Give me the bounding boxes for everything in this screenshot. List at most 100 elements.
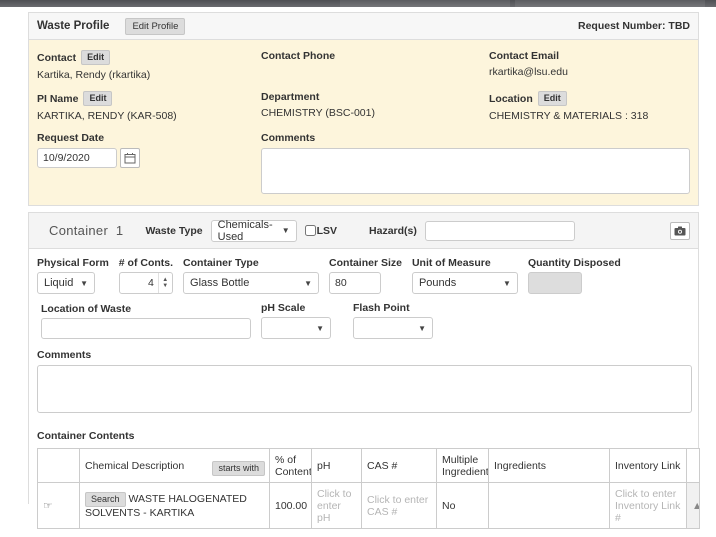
quantity-disposed-label: Quantity Disposed [528, 257, 621, 269]
location-of-waste-input[interactable] [41, 318, 251, 339]
container-comments-textarea[interactable] [37, 365, 692, 413]
lsv-checkbox[interactable] [305, 225, 316, 236]
pi-name-value: KARTIKA, RENDY (KAR-508) [37, 110, 261, 122]
request-date-label: Request Date [37, 132, 261, 144]
col-cas: CAS # [362, 449, 437, 483]
chevron-down-icon: ▼ [80, 279, 88, 288]
container-comments-label: Comments [37, 349, 690, 361]
contact-email-value: rkartika@lsu.edu [489, 66, 690, 78]
stepper-down-icon[interactable]: ▼ [162, 283, 168, 289]
waste-type-label: Waste Type [145, 225, 202, 237]
ph-scale-select[interactable]: ▼ [261, 317, 331, 339]
ingredients-cell [489, 483, 610, 529]
camera-icon [674, 226, 686, 236]
physical-form-label: Physical Form [37, 257, 109, 269]
physical-form-select[interactable]: Liquid ▼ [37, 272, 95, 294]
department-value: CHEMISTRY (BSC-001) [261, 107, 489, 119]
department-label: Department [261, 91, 489, 103]
location-label: Location Edit [489, 91, 690, 106]
flash-point-select[interactable]: ▼ [353, 317, 433, 339]
percent-content-cell: 100.00 [270, 483, 312, 529]
unit-of-measure-select[interactable]: Pounds ▼ [412, 272, 518, 294]
contact-email-label: Contact Email [489, 50, 690, 62]
container-panel: Container 1 Waste Type Chemicals-Used ▼ … [28, 212, 699, 504]
flash-point-label: Flash Point [353, 302, 433, 314]
container-title: Container 1 [49, 223, 123, 238]
profile-comments-textarea[interactable] [261, 148, 690, 194]
pi-name-edit-button[interactable]: Edit [83, 91, 112, 106]
edit-profile-button[interactable]: Edit Profile [125, 18, 185, 35]
camera-button[interactable] [670, 222, 690, 240]
location-edit-button[interactable]: Edit [538, 91, 567, 106]
ph-scale-field: pH Scale ▼ [261, 302, 331, 339]
contact-edit-button[interactable]: Edit [81, 50, 110, 65]
contact-phone-label: Contact Phone [261, 50, 489, 62]
flash-point-field: Flash Point ▼ [353, 302, 433, 339]
quantity-disposed-input [528, 272, 582, 294]
hazards-label: Hazard(s) [369, 225, 417, 237]
chevron-down-icon: ▼ [282, 226, 290, 235]
container-size-input[interactable] [329, 272, 381, 294]
location-value: CHEMISTRY & MATERIALS : 318 [489, 110, 690, 122]
ph-scale-label: pH Scale [261, 302, 331, 314]
search-button[interactable]: Search [85, 492, 126, 507]
num-conts-value: 4 [120, 273, 158, 293]
chevron-down-icon: ▼ [503, 279, 511, 288]
col-percent-content: % of Content [270, 449, 312, 483]
col-inventory-link: Inventory Link [610, 449, 687, 483]
ph-cell[interactable]: Click to enter pH [312, 483, 362, 529]
quantity-disposed-field: Quantity Disposed [528, 257, 621, 294]
container-contents-table: Chemical Description starts with % of Co… [37, 448, 700, 529]
page-title: Waste Profile [37, 20, 109, 32]
location-of-waste-label: Location of Waste [41, 303, 251, 315]
physical-form-field: Physical Form Liquid ▼ [37, 257, 109, 294]
col-multiple-ingredients: Multiple Ingredients [437, 449, 489, 483]
container-size-label: Container Size [329, 257, 402, 269]
container-type-field: Container Type Glass Bottle ▼ [183, 257, 319, 294]
pointing-hand-icon: ☞ [43, 500, 52, 512]
unit-of-measure-field: Unit of Measure Pounds ▼ [412, 257, 518, 294]
stepper-arrows[interactable]: ▲ ▼ [158, 273, 172, 293]
col-ph: pH [312, 449, 362, 483]
container-type-label: Container Type [183, 257, 319, 269]
scroll-up-icon[interactable]: ▲ [692, 500, 700, 512]
container-number: 1 [116, 223, 124, 238]
table-scrollbar[interactable]: ▲ [687, 483, 700, 529]
contact-label: Contact Edit [37, 50, 261, 65]
table-header-row: Chemical Description starts with % of Co… [38, 449, 700, 483]
waste-profile-body: Contact Edit Kartika, Rendy (rkartika) C… [29, 40, 698, 205]
starts-with-button[interactable]: starts with [212, 461, 265, 476]
num-conts-field: # of Conts. 4 ▲ ▼ [119, 257, 173, 294]
chevron-down-icon: ▼ [418, 324, 426, 333]
container-type-select[interactable]: Glass Bottle ▼ [183, 272, 319, 294]
lsv-label: LSV [317, 225, 337, 237]
num-conts-label: # of Conts. [119, 257, 173, 269]
waste-profile-header: Waste Profile Edit Profile Request Numbe… [29, 13, 698, 40]
chemical-description-cell: Search WASTE HALOGENATED SOLVENTS - KART… [80, 483, 270, 529]
num-conts-stepper[interactable]: 4 ▲ ▼ [119, 272, 173, 294]
location-of-waste-field: Location of Waste [41, 303, 251, 339]
col-chemical-description: Chemical Description starts with [80, 449, 270, 483]
chevron-down-icon: ▼ [316, 324, 324, 333]
container-contents-label: Container Contents [37, 430, 690, 442]
row-pointer-cell[interactable]: ☞ [38, 483, 80, 529]
request-date-input[interactable] [37, 148, 117, 168]
contact-value: Kartika, Rendy (rkartika) [37, 69, 261, 81]
waste-type-select[interactable]: Chemicals-Used ▼ [211, 220, 297, 242]
calendar-icon [124, 152, 136, 164]
container-body: Physical Form Liquid ▼ # of Conts. 4 ▲ ▼… [29, 249, 698, 537]
waste-profile-panel: Waste Profile Edit Profile Request Numbe… [28, 12, 699, 206]
col-scrollbar [687, 449, 700, 483]
table-row: ☞ Search WASTE HALOGENATED SOLVENTS - KA… [38, 483, 700, 529]
col-hand [38, 449, 80, 483]
pi-name-label: PI Name Edit [37, 91, 261, 106]
multiple-ingredients-cell[interactable]: No [437, 483, 489, 529]
calendar-button[interactable] [120, 148, 140, 168]
hazards-input[interactable] [425, 221, 575, 241]
inventory-link-cell[interactable]: Click to enter Inventory Link # [610, 483, 687, 529]
container-comments-field: Comments [37, 349, 690, 416]
col-ingredients: Ingredients [489, 449, 610, 483]
contact-phone-value [261, 66, 489, 78]
chevron-down-icon: ▼ [304, 279, 312, 288]
cas-cell[interactable]: Click to enter CAS # [362, 483, 437, 529]
